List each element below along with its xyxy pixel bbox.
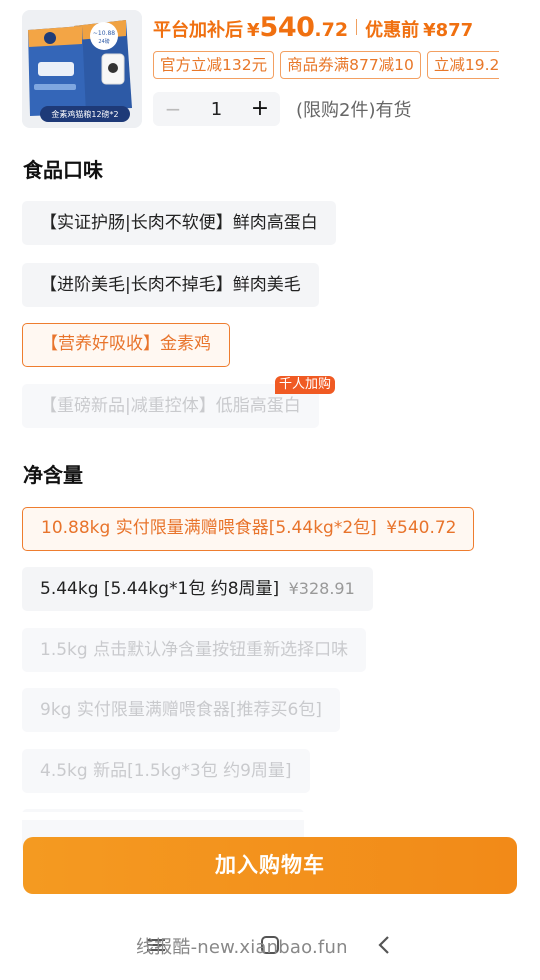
flavor-option[interactable]: 【进阶美毛|长肉不掉毛】鲜肉美毛 bbox=[22, 263, 319, 307]
svg-text:24磅: 24磅 bbox=[98, 38, 109, 45]
weight-option-price: ¥328.91 bbox=[288, 579, 355, 598]
product-image: ~10.88 24磅 金素鸡猫粮12磅*2 bbox=[22, 10, 142, 128]
coupon-tag[interactable]: 立减19.2 bbox=[426, 51, 499, 79]
price-decimal: .72 bbox=[314, 19, 349, 41]
plus-icon[interactable]: + bbox=[240, 92, 280, 126]
minus-icon[interactable]: − bbox=[153, 92, 193, 126]
original-price-label: 优惠前 bbox=[365, 20, 420, 41]
add-to-cart-button[interactable]: 加入购物车 bbox=[23, 837, 517, 894]
list-fade bbox=[0, 812, 540, 820]
watermark-text: 线报酷-new.xianbao.fun bbox=[136, 937, 348, 958]
flavor-section-title: 食品口味 bbox=[23, 158, 103, 182]
weight-option-label: 5.44kg [5.44kg*1包 约8周量] bbox=[40, 579, 280, 599]
coupon-tag[interactable]: 官方立减132元 bbox=[153, 51, 275, 79]
weight-option-disabled: 1.5kg 点击默认净含量按钮重新选择口味 bbox=[22, 628, 367, 672]
weight-option-label: 10.88kg 实付限量满赠喂食器[5.44kg*2包] bbox=[41, 518, 377, 538]
product-caption: 金素鸡猫粮12磅*2 bbox=[51, 109, 118, 119]
weight-option-selected[interactable]: 10.88kg 实付限量满赠喂食器[5.44kg*2包] ¥540.72 bbox=[22, 507, 474, 551]
stock-status: (限购2件)有货 bbox=[296, 100, 412, 121]
popular-badge: 千人加购 bbox=[275, 376, 336, 394]
weight-section-title: 净含量 bbox=[23, 463, 83, 487]
weight-option-disabled: 4.5kg 新品[1.5kg*3包 约9周量] bbox=[22, 749, 310, 793]
coupon-list: 官方立减132元 商品券满877减10 立减19.2 bbox=[153, 51, 499, 79]
weight-option-disabled: 9kg 实付限量满赠喂食器[推荐买6包] bbox=[22, 688, 340, 732]
coupon-tag[interactable]: 商品券满877减10 bbox=[280, 51, 421, 79]
weight-option[interactable]: 5.44kg [5.44kg*1包 约8周量] ¥328.91 bbox=[22, 567, 373, 611]
original-price: ¥877 bbox=[423, 20, 474, 41]
quantity-value[interactable]: 1 bbox=[193, 99, 240, 120]
svg-text:~10.88: ~10.88 bbox=[93, 30, 115, 37]
price-divider bbox=[356, 19, 358, 35]
weight-option-price: ¥540.72 bbox=[386, 518, 457, 538]
product-thumbnail[interactable]: ~10.88 24磅 金素鸡猫粮12磅*2 bbox=[22, 10, 142, 128]
quantity-stepper: − 1 + bbox=[153, 92, 280, 126]
flavor-option[interactable]: 【实证护肠|长肉不软便】鲜肉高蛋白 bbox=[22, 201, 336, 245]
price-integer: 540 bbox=[259, 12, 315, 43]
currency-symbol: ¥ bbox=[247, 20, 260, 41]
flavor-option-selected[interactable]: 【营养好吸收】金素鸡 bbox=[22, 323, 230, 367]
price-label: 平台加补后 bbox=[153, 20, 243, 41]
back-icon[interactable] bbox=[370, 925, 398, 965]
price-line: 平台加补后 ¥ 540 .72 优惠前 ¥877 bbox=[153, 12, 474, 43]
